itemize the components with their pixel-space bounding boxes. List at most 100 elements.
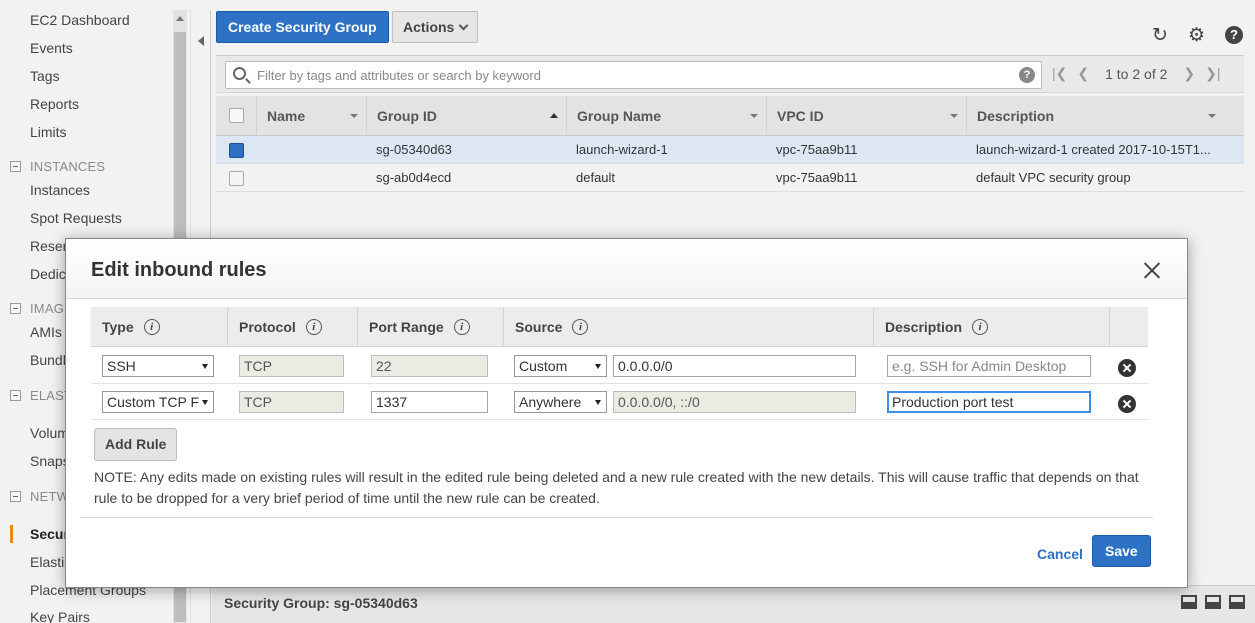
cell-group-id: sg-ab0d4ecd xyxy=(376,170,452,185)
search-input[interactable]: Filter by tags and attributes or search … xyxy=(225,61,1042,89)
sidebar-item-instances[interactable]: Instances xyxy=(30,182,90,198)
remove-rule-icon[interactable] xyxy=(1118,395,1136,413)
source-mode-value: Custom xyxy=(519,358,568,374)
column-label: Source xyxy=(515,319,563,335)
description-input[interactable]: e.g. SSH for Admin Desktop xyxy=(887,355,1091,377)
source-select[interactable]: Custom xyxy=(514,355,607,377)
layout-top-icon[interactable] xyxy=(1229,595,1245,609)
search-placeholder: Filter by tags and attributes or search … xyxy=(257,68,541,83)
sidebar-item-events[interactable]: Events xyxy=(30,40,73,56)
security-groups-table: Name Group ID Group Name VPC ID Descript… xyxy=(216,96,1244,192)
cell-group-name: launch-wizard-1 xyxy=(576,142,668,157)
pagination: |❮ ❮ 1 to 2 of 2 ❯ ❯| xyxy=(1052,65,1221,82)
cancel-button[interactable]: Cancel xyxy=(1037,546,1083,562)
table-row[interactable]: sg-05340d63 launch-wizard-1 vpc-75aa9b11… xyxy=(216,136,1244,164)
last-page-icon[interactable]: ❯| xyxy=(1205,65,1220,82)
column-header-vpc-id[interactable]: VPC ID xyxy=(766,96,966,136)
refresh-icon[interactable]: ↻ xyxy=(1152,26,1168,46)
layout-bottom-icon[interactable] xyxy=(1181,595,1197,609)
cell-group-name: default xyxy=(576,170,616,185)
cell-name xyxy=(256,136,366,164)
type-select[interactable]: Custom TCP F xyxy=(102,391,214,413)
sort-asc-icon xyxy=(550,113,558,118)
create-security-group-button[interactable]: Create Security Group xyxy=(216,11,389,43)
first-page-icon[interactable]: |❮ xyxy=(1052,65,1067,82)
sidebar-item-key-pairs[interactable]: Key Pairs xyxy=(30,609,90,623)
info-icon[interactable]: i xyxy=(972,319,989,335)
source-select[interactable]: Anywhere xyxy=(514,391,607,413)
filter-bar: Filter by tags and attributes or search … xyxy=(216,55,1244,93)
column-label: Type xyxy=(102,319,134,335)
sort-icon xyxy=(350,114,358,118)
cell-vpc-id: vpc-75aa9b11 xyxy=(776,170,858,185)
cell-vpc-id: vpc-75aa9b11 xyxy=(776,142,858,157)
dropdown-arrow-icon xyxy=(595,364,601,369)
column-label: Name xyxy=(267,108,306,124)
table-row[interactable]: sg-ab0d4ecd default vpc-75aa9b11 default… xyxy=(216,164,1244,192)
search-icon xyxy=(233,67,246,80)
close-icon[interactable] xyxy=(1143,262,1161,280)
sidebar-section-label: INSTANCES xyxy=(30,159,106,174)
cell-name xyxy=(256,164,366,192)
sidebar-item-spot-requests[interactable]: Spot Requests xyxy=(30,210,122,226)
info-icon[interactable]: i xyxy=(143,319,160,335)
save-button[interactable]: Save xyxy=(1092,535,1151,567)
add-rule-button[interactable]: Add Rule xyxy=(94,428,178,461)
column-label: Protocol xyxy=(239,319,296,335)
source-mode-value: Anywhere xyxy=(519,394,582,410)
port-range-input[interactable]: 1337 xyxy=(371,391,488,413)
port-range-field: 22 xyxy=(371,355,488,377)
column-header-name[interactable]: Name xyxy=(256,96,366,136)
rule-row: SSH TCP 22 Custom 0.0.0.0/0 e.g. SSH for… xyxy=(91,348,1148,384)
top-icons: ↻ ⚙ ? xyxy=(1152,26,1243,46)
column-header-source: Source i xyxy=(503,307,873,347)
sidebar-item-limits[interactable]: Limits xyxy=(30,124,67,140)
collapse-icon xyxy=(10,491,21,502)
info-icon[interactable]: i xyxy=(453,319,470,335)
row-checkbox[interactable] xyxy=(229,143,244,158)
next-page-icon[interactable]: ❯ xyxy=(1183,65,1195,82)
sidebar-item-amis[interactable]: AMIs xyxy=(30,324,62,340)
details-title: Security Group: sg-05340d63 xyxy=(224,595,418,611)
description-input[interactable]: Production port test xyxy=(887,391,1091,413)
info-icon[interactable]: i xyxy=(305,319,322,335)
prev-page-icon[interactable]: ❮ xyxy=(1077,65,1089,82)
sidebar-item-reports[interactable]: Reports xyxy=(30,96,79,112)
rules-table-header: Type i Protocol i Port Range i Source i Desc… xyxy=(91,307,1148,347)
column-header-protocol: Protocol i xyxy=(227,307,357,347)
layout-split-icon[interactable] xyxy=(1205,595,1221,609)
select-all-checkbox[interactable] xyxy=(229,108,244,123)
details-pane-header: Security Group: sg-05340d63 xyxy=(212,585,1255,623)
source-cidr-field: 0.0.0.0/0, ::/0 xyxy=(613,391,856,413)
column-header-description[interactable]: Description xyxy=(966,96,1224,136)
actions-button[interactable]: Actions xyxy=(392,11,479,43)
column-header-group-id[interactable]: Group ID xyxy=(366,96,566,136)
remove-rule-icon[interactable] xyxy=(1118,359,1136,377)
sort-icon xyxy=(750,114,758,118)
active-marker xyxy=(10,525,13,543)
dropdown-arrow-icon xyxy=(595,400,601,405)
column-header-type: Type i xyxy=(91,307,227,347)
dialog-title: Edit inbound rules xyxy=(91,259,267,281)
edit-warning-note: NOTE: Any edits made on existing rules w… xyxy=(94,469,1139,506)
dropdown-arrow-icon xyxy=(202,364,208,369)
info-icon[interactable]: i xyxy=(572,319,589,335)
chevron-down-icon xyxy=(458,20,469,30)
help-icon[interactable]: ? xyxy=(1225,26,1243,44)
column-label: Description xyxy=(977,108,1055,124)
pane-layout-icons xyxy=(1181,595,1245,609)
type-select[interactable]: SSH xyxy=(102,355,214,377)
table-header: Name Group ID Group Name VPC ID Descript… xyxy=(216,96,1244,136)
scroll-up-icon[interactable] xyxy=(176,16,184,21)
column-header-group-name[interactable]: Group Name xyxy=(566,96,766,136)
sidebar-item-ec2-dashboard[interactable]: EC2 Dashboard xyxy=(30,12,130,28)
source-cidr-input[interactable]: 0.0.0.0/0 xyxy=(613,355,856,377)
row-checkbox[interactable] xyxy=(229,171,244,186)
collapse-icon xyxy=(10,303,21,314)
sidebar-section-instances[interactable]: INSTANCES xyxy=(10,159,105,174)
cell-group-id: sg-05340d63 xyxy=(376,142,452,157)
dropdown-arrow-icon xyxy=(202,400,208,405)
gear-icon[interactable]: ⚙ xyxy=(1188,26,1205,46)
sidebar-item-tags[interactable]: Tags xyxy=(30,68,60,84)
search-help-icon[interactable]: ? xyxy=(1019,67,1035,83)
